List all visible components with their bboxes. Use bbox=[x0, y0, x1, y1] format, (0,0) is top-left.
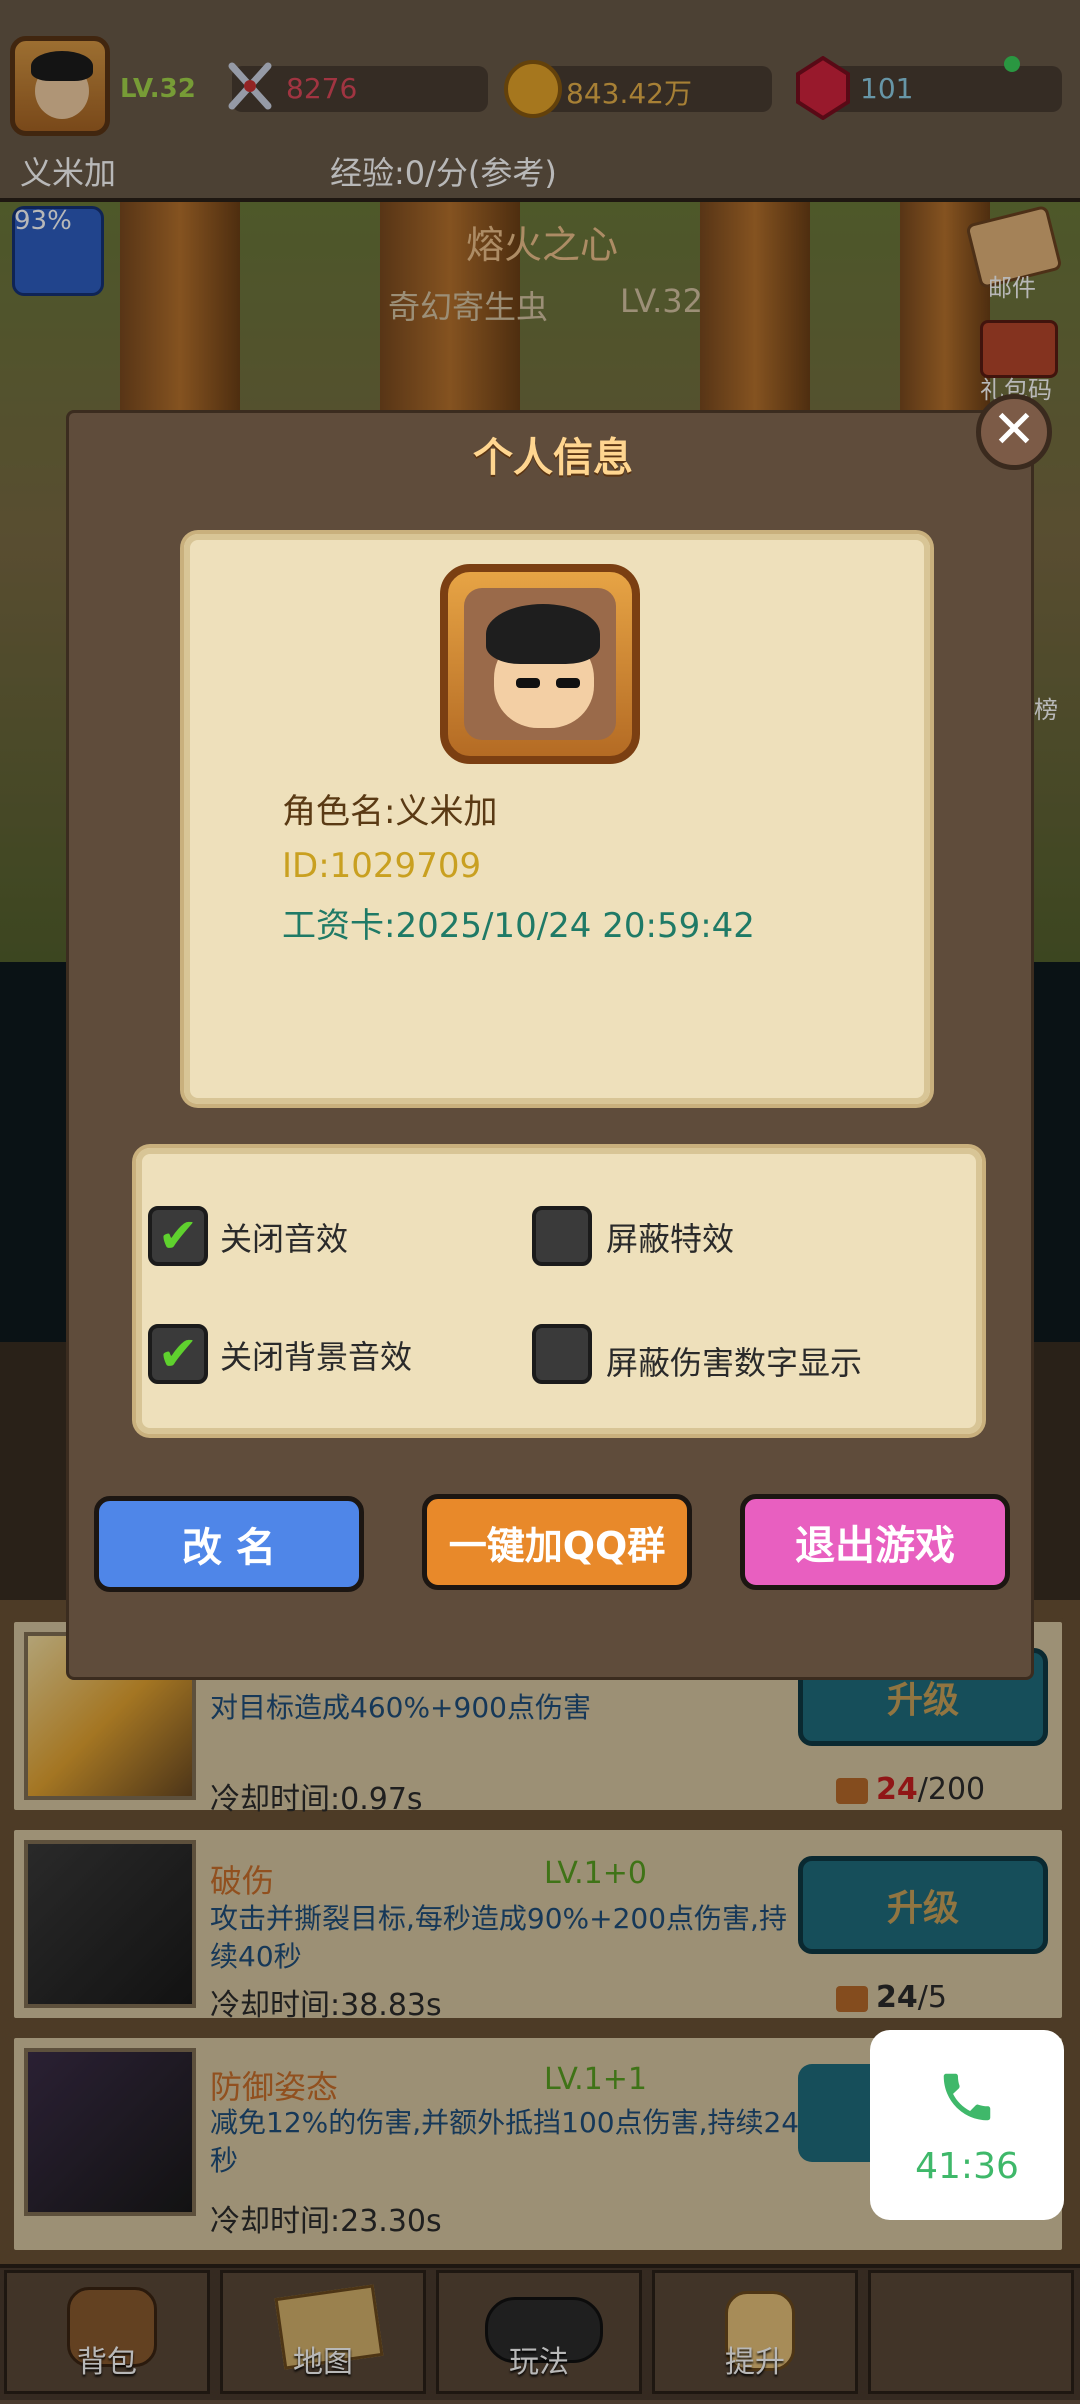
join-qq-group-button[interactable]: 一键加QQ群 bbox=[422, 1494, 692, 1590]
close-icon[interactable]: ✕ bbox=[976, 394, 1052, 470]
role-name: 角色名:义米加 bbox=[282, 792, 498, 832]
option-label: 屏蔽特效 bbox=[606, 1220, 735, 1258]
phone-icon bbox=[936, 2066, 998, 2128]
checkbox-hide-effects[interactable] bbox=[532, 1206, 592, 1266]
option-label: 关闭背景音效 bbox=[220, 1338, 413, 1376]
player-id: ID:1029709 bbox=[282, 846, 482, 886]
call-widget[interactable]: 41:36 bbox=[870, 2030, 1064, 2220]
checkbox-mute-sfx[interactable]: ✔ bbox=[148, 1206, 208, 1266]
exit-game-button[interactable]: 退出游戏 bbox=[740, 1494, 1010, 1590]
checkbox-mute-bgm[interactable]: ✔ bbox=[148, 1324, 208, 1384]
salary-card: 工资卡:2025/10/24 20:59:42 bbox=[282, 906, 755, 946]
rename-button[interactable]: 改 名 bbox=[94, 1496, 364, 1592]
option-label: 屏蔽伤害数字显示 bbox=[606, 1344, 863, 1382]
checkbox-hide-damage-numbers[interactable] bbox=[532, 1324, 592, 1384]
checkmark-icon: ✔ bbox=[157, 1208, 199, 1264]
settings-panel bbox=[136, 1148, 982, 1434]
option-label: 关闭音效 bbox=[220, 1220, 349, 1258]
checkmark-icon: ✔ bbox=[157, 1326, 199, 1382]
dialog-title: 个人信息 bbox=[473, 435, 633, 481]
profile-avatar bbox=[440, 564, 640, 764]
call-duration: 41:36 bbox=[915, 2146, 1019, 2187]
